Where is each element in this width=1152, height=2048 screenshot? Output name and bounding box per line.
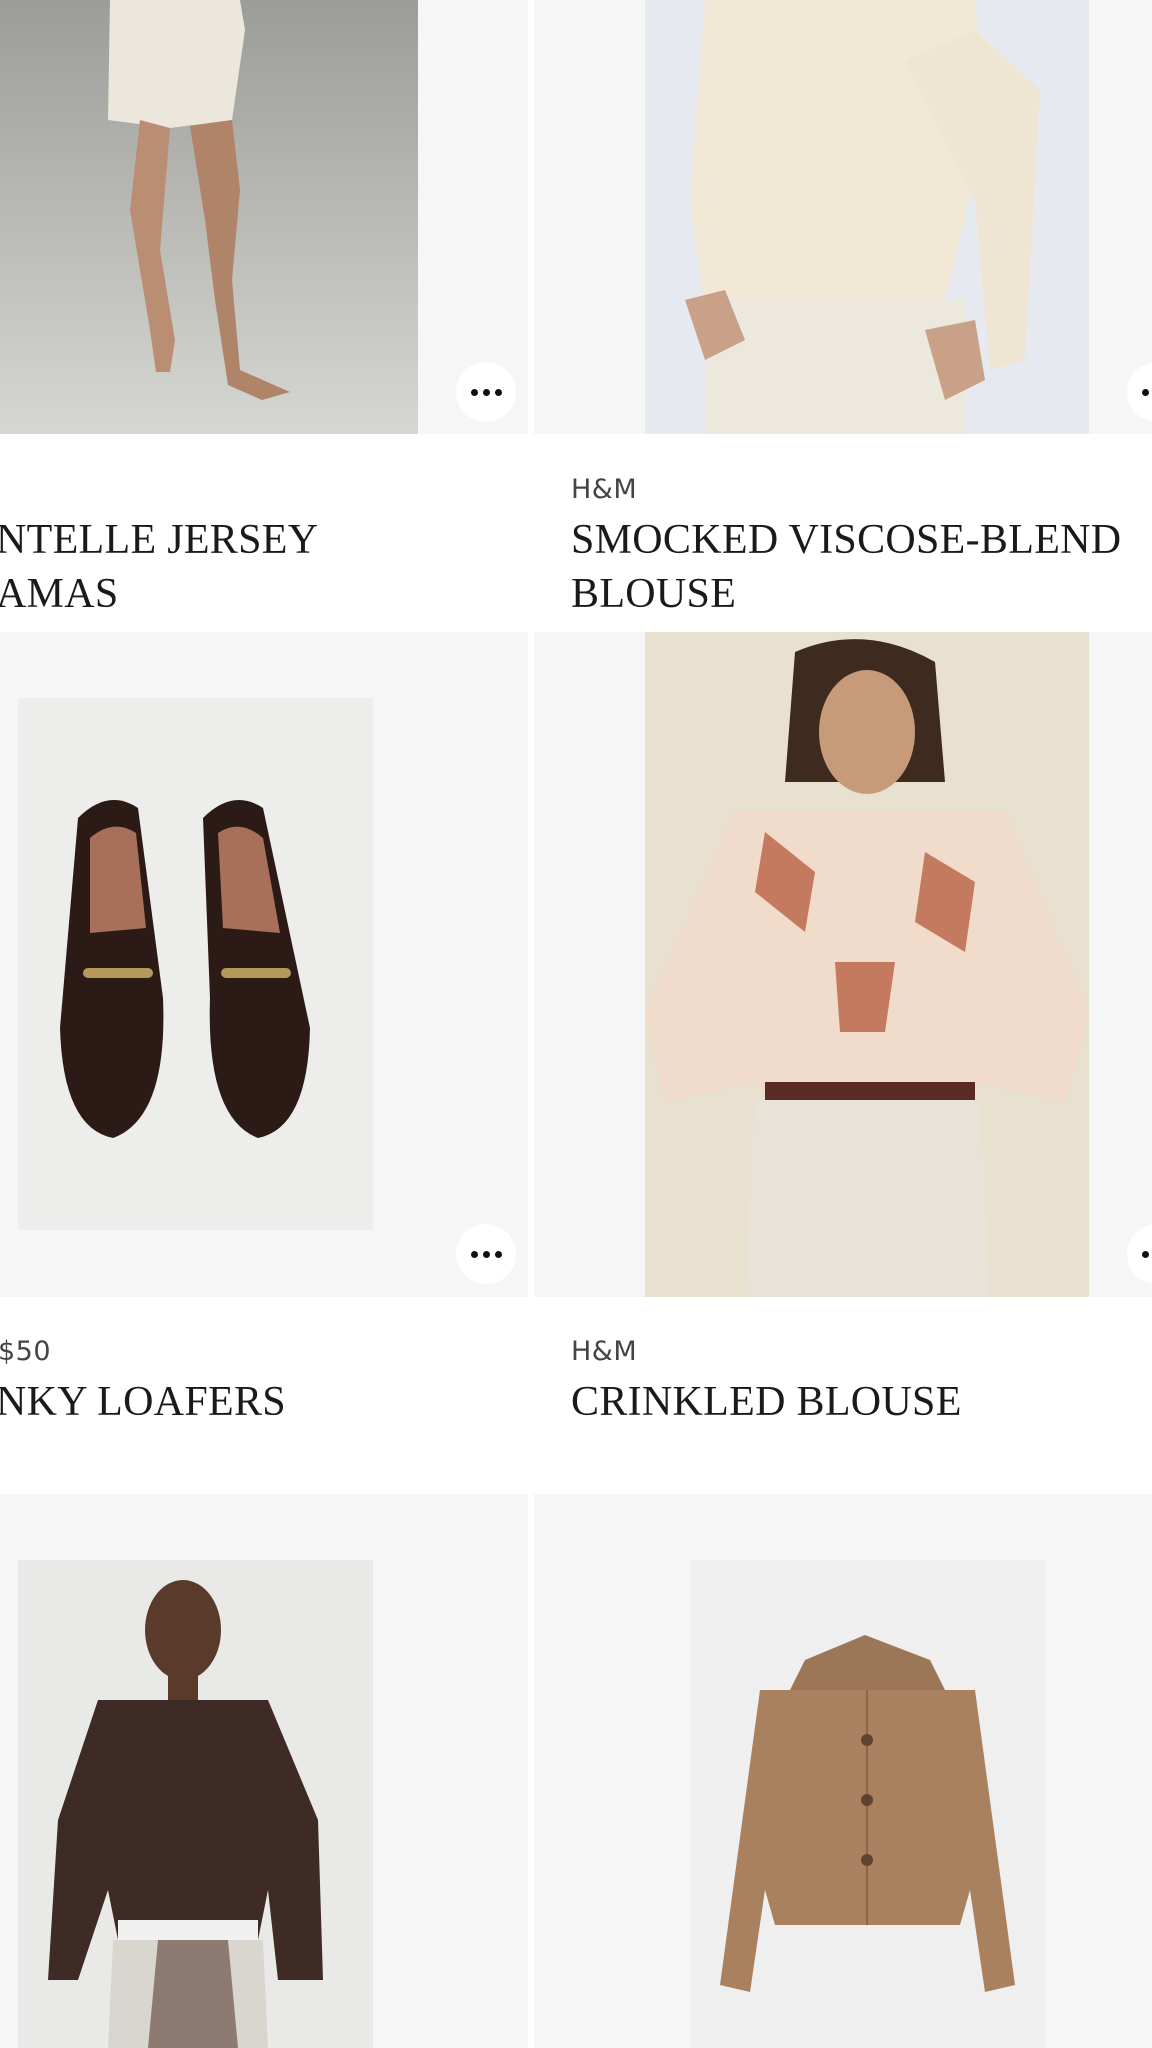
product-image-pajamas[interactable] bbox=[0, 0, 418, 434]
product-price: $50 bbox=[0, 1336, 52, 1367]
more-options-icon bbox=[470, 1250, 478, 1258]
product-brand: H&M bbox=[571, 1336, 638, 1367]
product-image-tan-jacket[interactable] bbox=[690, 1560, 1045, 2048]
product-title[interactable]: SMOCKED VISCOSE-BLEND BLOUSE bbox=[571, 513, 1121, 621]
more-options-icon bbox=[1141, 1250, 1149, 1258]
product-image-smocked-blouse[interactable] bbox=[645, 0, 1089, 434]
product-title[interactable]: NKY LOAFERS bbox=[0, 1375, 286, 1429]
product-title[interactable]: CRINKLED BLOUSE bbox=[571, 1375, 962, 1429]
product-image-brown-sweater[interactable] bbox=[18, 1560, 373, 2048]
product-image-loafers[interactable] bbox=[18, 698, 373, 1230]
product-image-crinkled-blouse[interactable] bbox=[645, 632, 1089, 1297]
product-title[interactable]: NTELLE JERSEY AMAS bbox=[0, 513, 318, 621]
more-options-button[interactable] bbox=[456, 362, 516, 422]
more-options-button[interactable] bbox=[456, 1224, 516, 1284]
more-options-icon bbox=[1141, 388, 1149, 396]
product-brand: H&M bbox=[571, 474, 638, 505]
more-options-icon bbox=[470, 388, 478, 396]
